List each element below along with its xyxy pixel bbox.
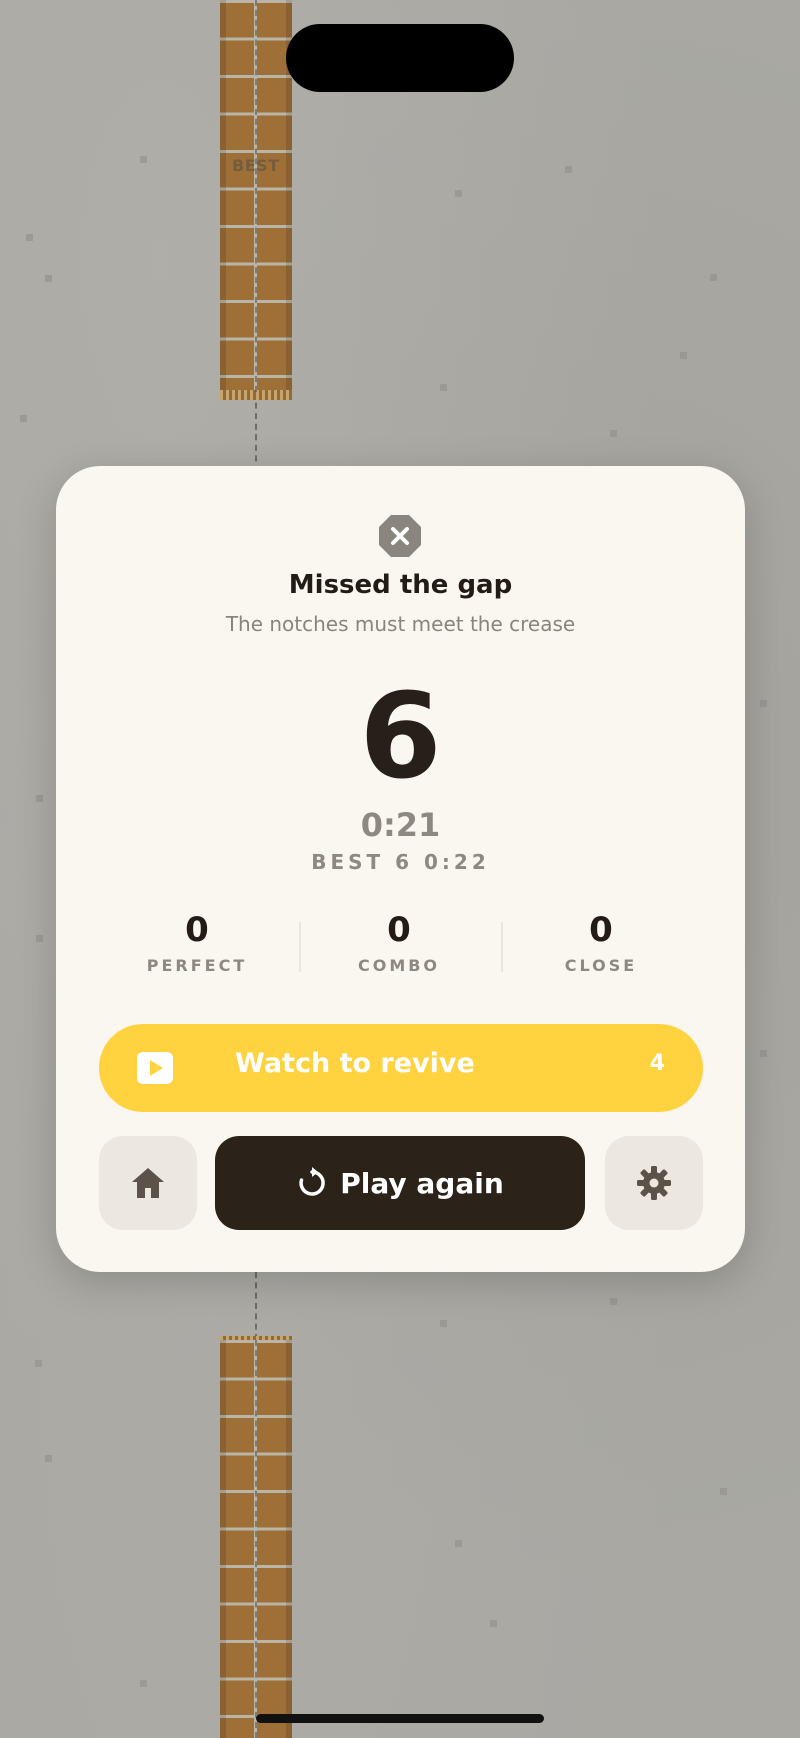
- score-value: 6: [359, 667, 442, 805]
- result-subtitle: The notches must meet the crease: [225, 612, 576, 636]
- run-time: 0:21: [360, 806, 441, 844]
- stat-combo-value: 0: [387, 910, 411, 950]
- stat-close-value: 0: [589, 910, 613, 950]
- home-icon: [132, 1168, 164, 1198]
- result-title: Missed the gap: [288, 570, 513, 600]
- play-again-label: Play again: [340, 1166, 504, 1200]
- crease-line-on-pillar-bottom: [255, 1340, 257, 1738]
- crease-line-bottom: [255, 1272, 257, 1340]
- stat-combo: 0 COMBO: [299, 910, 499, 975]
- play-again-button[interactable]: Play again: [215, 1136, 585, 1230]
- crease-line-on-pillar-top: [255, 0, 257, 392]
- refresh-icon: [299, 1167, 326, 1196]
- home-button[interactable]: [99, 1136, 197, 1230]
- stat-close: 0 CLOSE: [501, 910, 701, 975]
- best-record: BEST 6 0:22: [311, 850, 490, 874]
- stat-perfect: 0 PERFECT: [97, 910, 297, 975]
- crease-line-top: [255, 392, 257, 472]
- stat-perfect-value: 0: [185, 910, 209, 950]
- watch-to-revive-button[interactable]: Watch to revive 4: [99, 1024, 703, 1112]
- revive-count: 4: [649, 1051, 665, 1076]
- settings-button[interactable]: [605, 1136, 703, 1230]
- best-height-marker: BEST: [232, 156, 280, 175]
- stat-combo-label: COMBO: [357, 956, 441, 975]
- gear-icon: [637, 1166, 671, 1200]
- revive-label: Watch to revive: [235, 1048, 475, 1079]
- camera-notch: [286, 24, 514, 92]
- stat-perfect-label: PERFECT: [146, 956, 248, 975]
- video-play-icon: [137, 1052, 173, 1084]
- stat-close-label: CLOSE: [564, 956, 638, 975]
- game-over-card: Missed the gap The notches must meet the…: [56, 466, 745, 1272]
- home-indicator[interactable]: [256, 1714, 544, 1723]
- close-circle-icon: [379, 515, 421, 557]
